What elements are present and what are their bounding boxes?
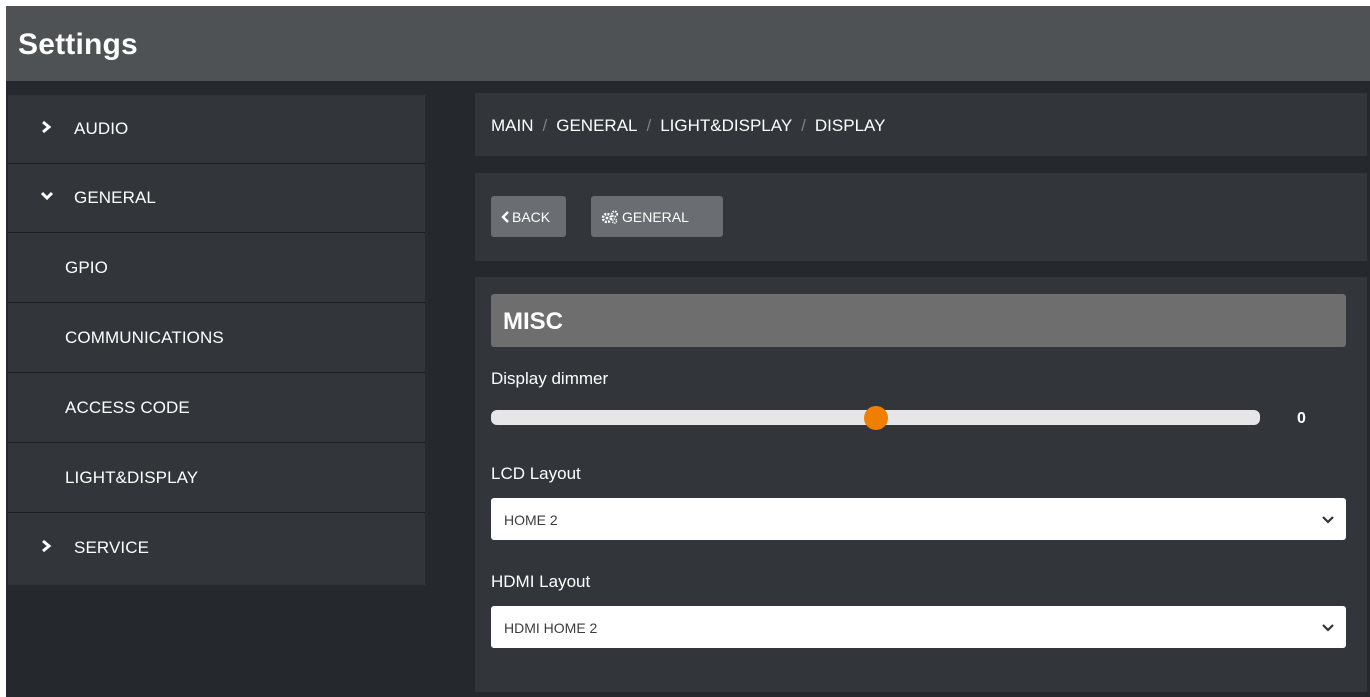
chevron-right-icon — [42, 539, 52, 553]
breadcrumb-separator: / — [646, 116, 652, 135]
chevron-down-icon — [40, 191, 54, 201]
sidebar-item-access-code[interactable]: ACCESS CODE — [8, 374, 425, 443]
section-title: MISC — [503, 308, 563, 335]
sidebar: AUDIO GENERAL GPIO COMMUNICATIONS ACCESS… — [8, 95, 425, 585]
sidebar-item-service[interactable]: SERVICE — [8, 514, 425, 583]
slider-handle[interactable] — [863, 406, 888, 430]
back-button[interactable]: BACK — [491, 196, 566, 237]
chevron-down-icon — [1322, 624, 1334, 632]
sidebar-item-label: COMMUNICATIONS — [65, 328, 224, 347]
sidebar-item-label: GENERAL — [74, 188, 156, 207]
section-header: MISC — [491, 294, 1346, 347]
breadcrumb-item-general[interactable]: GENERAL — [556, 116, 637, 135]
general-button-label: GENERAL — [622, 209, 689, 225]
sidebar-item-label: GPIO — [65, 258, 108, 277]
breadcrumb: MAIN / GENERAL / LIGHT&DISPLAY / DISPLAY — [491, 116, 885, 136]
hdmi-layout-value: HDMI HOME 2 — [504, 620, 598, 636]
sidebar-item-label: LIGHT&DISPLAY — [65, 468, 199, 487]
hdmi-layout-label: HDMI Layout — [491, 572, 591, 591]
breadcrumb-separator: / — [542, 116, 548, 135]
back-button-label: BACK — [512, 209, 551, 225]
breadcrumb-item-main[interactable]: MAIN — [491, 116, 534, 135]
display-dimmer-value: 0 — [1297, 410, 1306, 427]
settings-window: Settings AUDIO GENERAL GPIO COMMUNICATIO… — [6, 6, 1370, 697]
title-bar: Settings — [6, 6, 1370, 81]
lcd-layout-value: HOME 2 — [504, 512, 558, 528]
sidebar-item-light-display[interactable]: LIGHT&DISPLAY — [8, 444, 425, 513]
toolbar: BACK GENERAL — [475, 173, 1367, 261]
sidebar-item-label: ACCESS CODE — [65, 398, 190, 417]
sidebar-item-communications[interactable]: COMMUNICATIONS — [8, 304, 425, 373]
sidebar-item-label: AUDIO — [74, 119, 129, 138]
lcd-layout-label: LCD Layout — [491, 464, 581, 483]
general-button[interactable]: GENERAL — [591, 196, 723, 237]
breadcrumb-item-light-display[interactable]: LIGHT&DISPLAY — [660, 116, 792, 135]
chevron-right-icon — [42, 120, 52, 134]
display-dimmer-label: Display dimmer — [491, 369, 609, 388]
chevron-left-icon — [501, 211, 509, 223]
page-title: Settings — [18, 28, 138, 61]
misc-section: MISC Display dimmer 0 LCD Layout HOME 2 … — [475, 277, 1367, 692]
breadcrumb-bar: MAIN / GENERAL / LIGHT&DISPLAY / DISPLAY — [475, 93, 1367, 156]
sidebar-item-label: SERVICE — [74, 538, 150, 557]
lcd-layout-select[interactable]: HOME 2 — [491, 498, 1346, 540]
breadcrumb-separator: / — [801, 116, 806, 135]
chevron-down-icon — [1322, 516, 1334, 524]
sidebar-item-general[interactable]: GENERAL — [8, 164, 425, 233]
sidebar-item-audio[interactable]: AUDIO — [8, 95, 425, 164]
breadcrumb-item-display: DISPLAY — [814, 116, 886, 135]
hdmi-layout-select[interactable]: HDMI HOME 2 — [491, 606, 1346, 648]
gears-icon — [601, 210, 619, 224]
sidebar-item-gpio[interactable]: GPIO — [8, 234, 425, 303]
